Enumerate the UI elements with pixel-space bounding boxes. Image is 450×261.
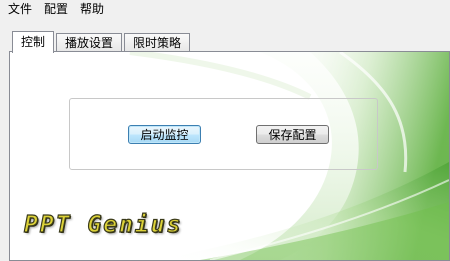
menu-bar: 文件 配置 帮助 — [0, 0, 450, 18]
control-tab-page: 启动监控 保存配置 PPT Genius — [9, 51, 450, 261]
tab-time-limit-policy[interactable]: 限时策略 — [124, 33, 191, 52]
tab-control[interactable]: 控制 — [12, 31, 55, 53]
ppt-genius-logo: PPT Genius — [23, 211, 183, 238]
menu-file[interactable]: 文件 — [2, 0, 38, 18]
start-monitoring-button[interactable]: 启动监控 — [128, 125, 201, 144]
menu-config[interactable]: 配置 — [38, 0, 74, 18]
tab-playback-settings[interactable]: 播放设置 — [56, 33, 123, 52]
menu-help[interactable]: 帮助 — [74, 0, 110, 18]
control-group-box — [69, 98, 378, 170]
save-config-button[interactable]: 保存配置 — [256, 125, 329, 144]
tab-strip: 控制 播放设置 限时策略 — [12, 30, 192, 53]
